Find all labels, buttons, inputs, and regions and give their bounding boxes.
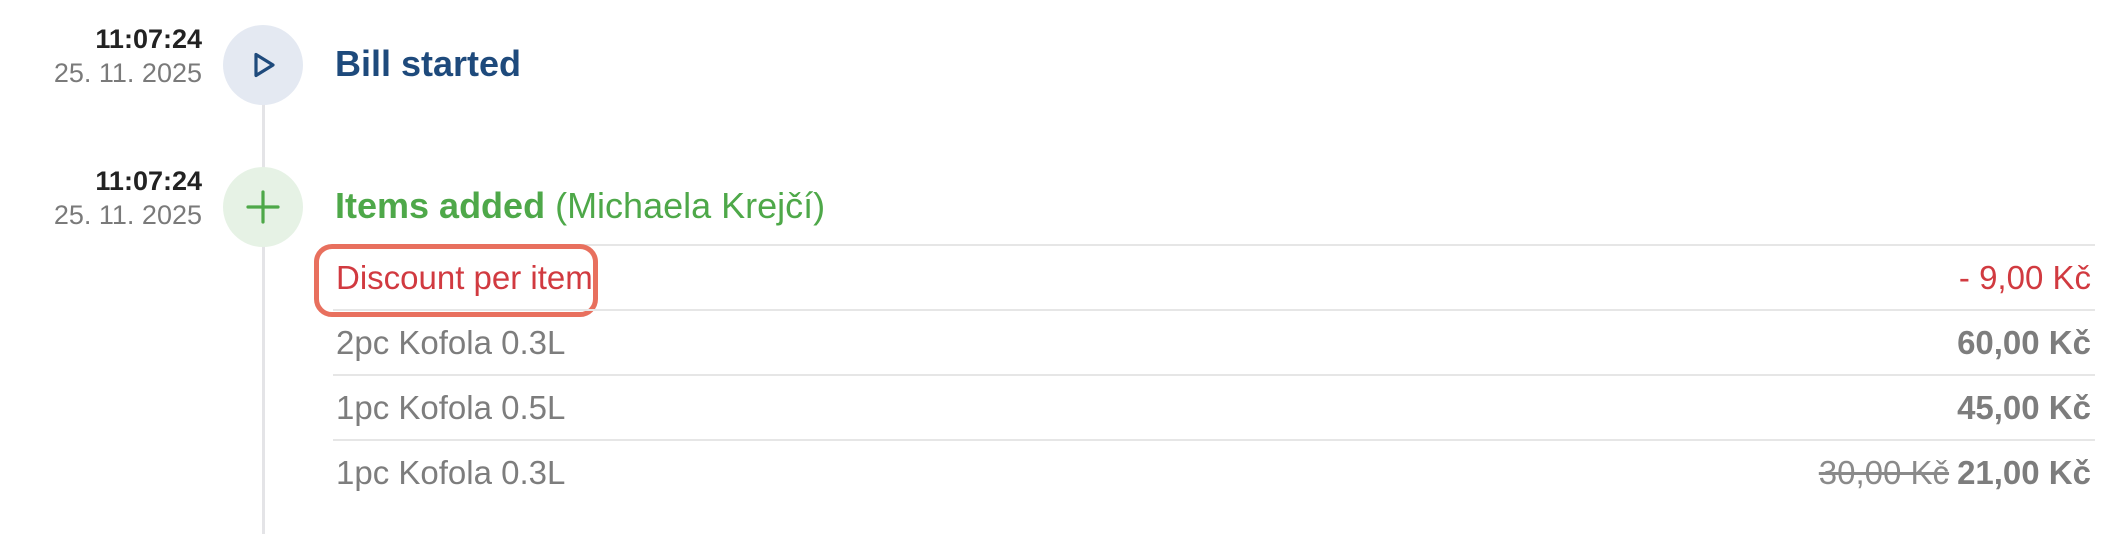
item-price: 60,00 Kč <box>1957 324 2091 361</box>
item-price-original: 30,00 Kč <box>1818 454 1950 491</box>
list-item: 1pc Kofola 0.3L 30,00 Kč 21,00 Kč <box>333 439 2095 504</box>
event-title: Bill started <box>335 43 522 84</box>
event-title: Items added (Michaela Krejčí) <box>335 184 825 228</box>
plus-icon <box>223 167 303 247</box>
item-price-discounted: 21,00 Kč <box>1957 454 2091 491</box>
event-date: 25. 11. 2025 <box>53 58 202 88</box>
event-title-text: Items added <box>335 185 546 226</box>
play-icon <box>223 25 303 105</box>
item-name: 1pc Kofola 0.3L <box>336 454 566 491</box>
event-time: 11:07:24 <box>95 166 202 196</box>
item-name: Discount per item <box>336 259 593 296</box>
event-user: (Michaela Krejčí) <box>555 185 826 226</box>
list-item-discount: Discount per item - 9,00 Kč <box>314 244 2095 317</box>
event-timestamp: 11:07:24 25. 11. 2025 <box>0 164 202 232</box>
item-price: 30,00 Kč 21,00 Kč <box>1819 453 2091 493</box>
timeline-line <box>262 100 265 534</box>
list-item: 2pc Kofola 0.3L 60,00 Kč <box>333 309 2095 374</box>
item-price: - 9,00 Kč <box>1958 259 2091 296</box>
list-item: 1pc Kofola 0.5L 45,00 Kč <box>333 374 2095 439</box>
item-name: 2pc Kofola 0.3L <box>336 324 566 361</box>
event-timestamp: 11:07:24 25. 11. 2025 <box>0 22 202 90</box>
event-time: 11:07:24 <box>95 24 202 54</box>
item-price: 45,00 Kč <box>1957 389 2091 426</box>
items-list: Discount per item - 9,00 Kč 2pc Kofola 0… <box>314 244 2095 504</box>
item-name: 1pc Kofola 0.5L <box>336 389 566 426</box>
event-date: 25. 11. 2025 <box>53 200 202 230</box>
